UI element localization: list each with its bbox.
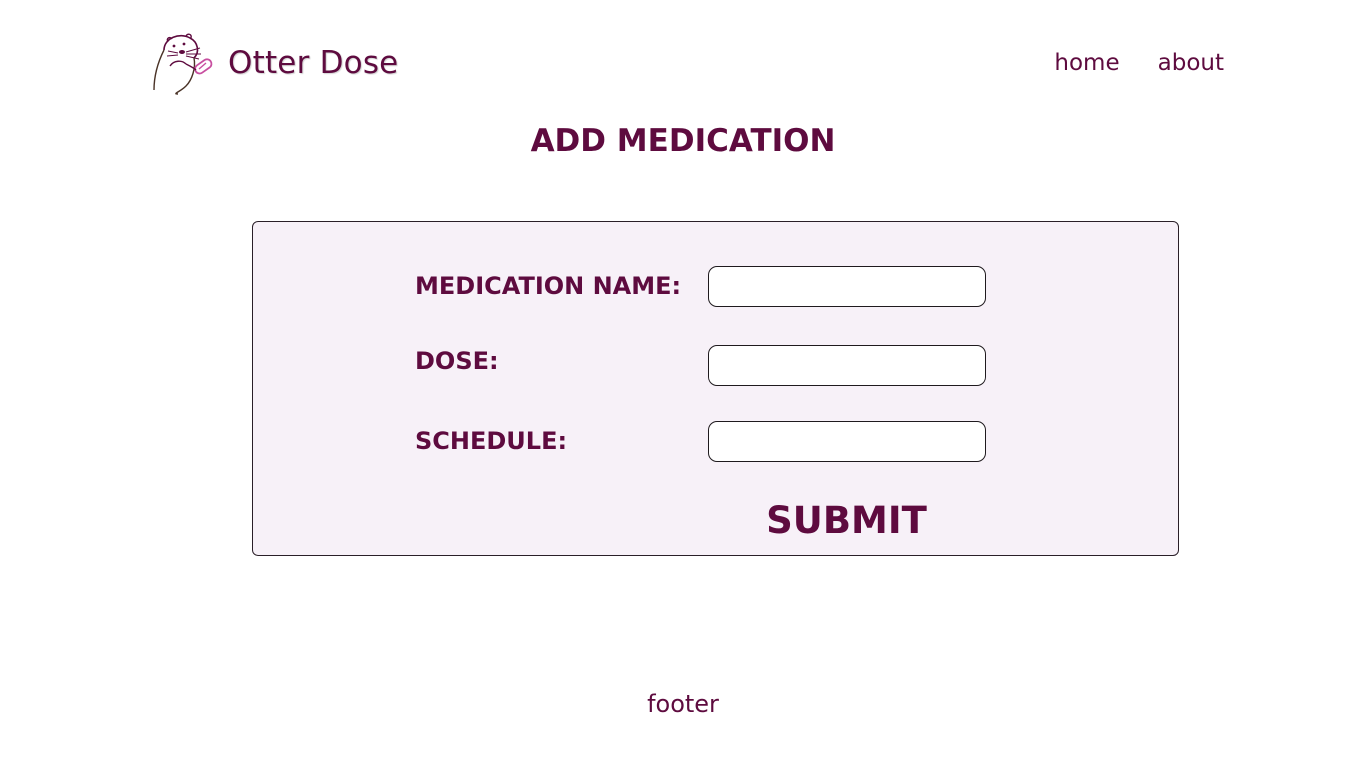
otter-icon [153,33,213,95]
dose-label: DOSE: [415,347,499,375]
schedule-label: SCHEDULE: [415,427,568,455]
page-title: ADD MEDICATION [530,123,836,159]
brand-link[interactable]: Otter Dose [150,30,398,96]
add-medication-form: MEDICATION NAME: DOSE: SCHEDULE: SUBMIT [252,221,1179,556]
nav-home-link[interactable]: home [1054,50,1119,76]
footer: footer [647,690,719,718]
main-nav: home about [1054,50,1224,76]
nav-about-link[interactable]: about [1158,50,1224,76]
medication-name-label: MEDICATION NAME: [415,272,682,300]
medication-name-input[interactable] [708,266,986,307]
schedule-input[interactable] [708,421,986,462]
submit-button[interactable]: SUBMIT [743,494,950,546]
brand-name: Otter Dose [228,45,399,81]
dose-input[interactable] [708,345,986,386]
page: Otter Dose home about ADD MEDICATION MED… [0,0,1366,768]
